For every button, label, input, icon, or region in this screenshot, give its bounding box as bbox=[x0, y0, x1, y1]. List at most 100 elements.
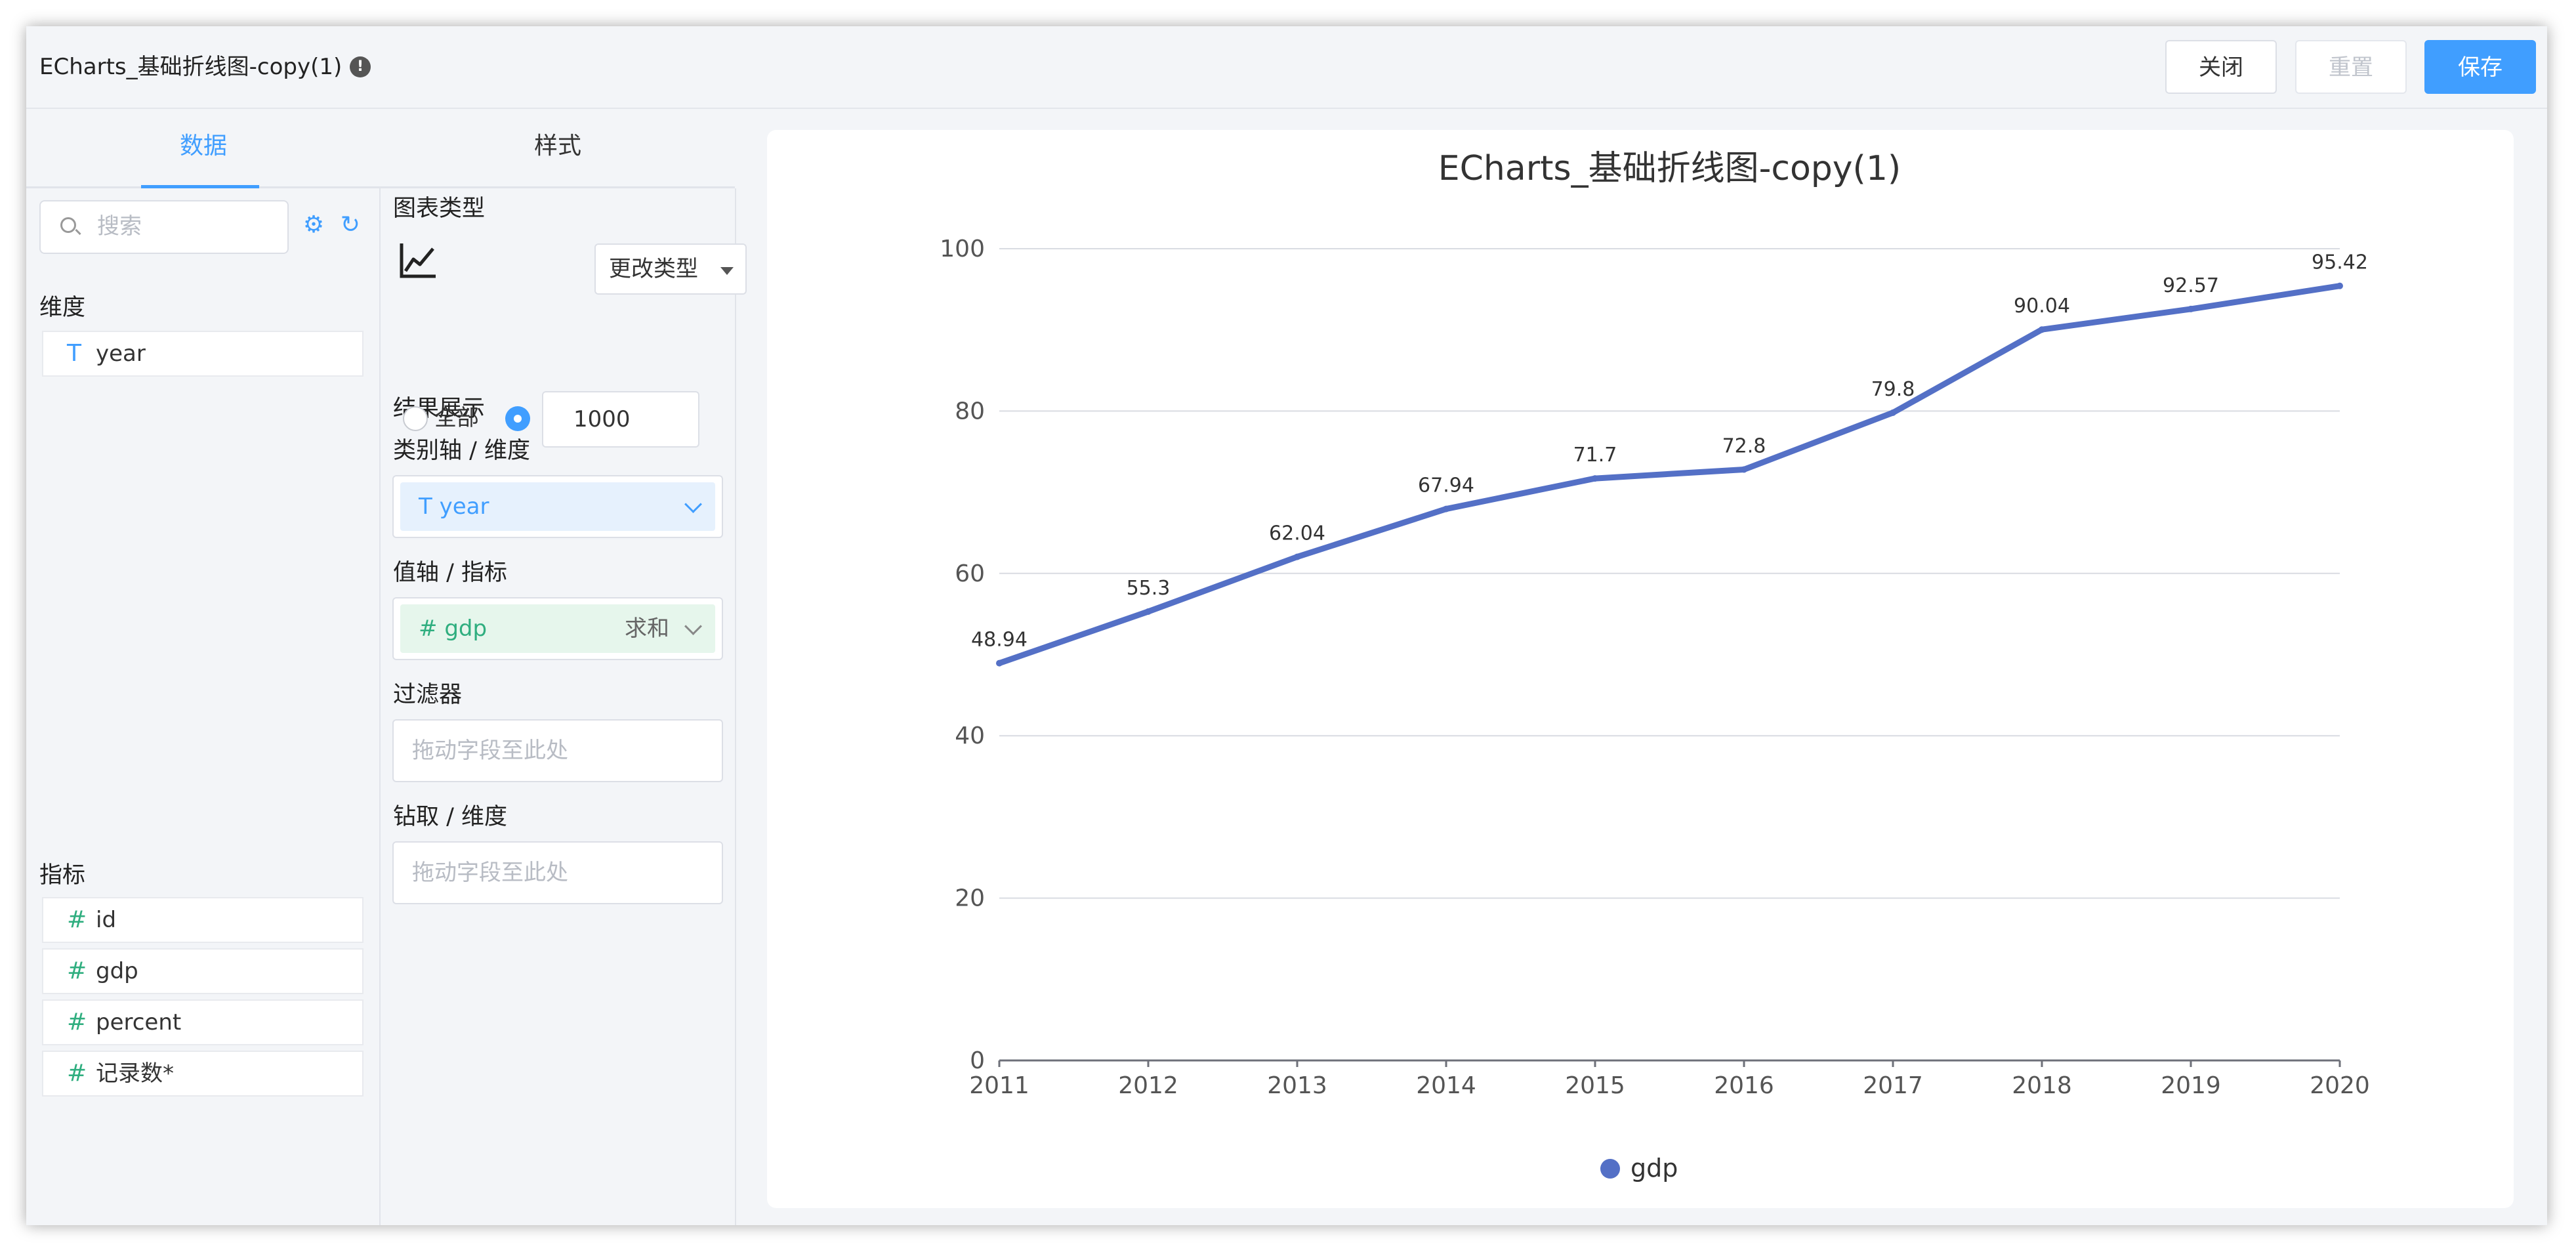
legend-marker bbox=[1600, 1159, 1620, 1179]
dimension-field-year[interactable]: T year bbox=[42, 331, 364, 377]
data-label: 92.57 bbox=[2163, 274, 2219, 297]
filter-label: 过滤器 bbox=[393, 682, 463, 708]
number-type-icon: # bbox=[67, 957, 87, 984]
info-icon[interactable]: ! bbox=[350, 56, 371, 77]
category-field-label: year bbox=[439, 493, 489, 520]
category-field-name: T year bbox=[419, 482, 489, 531]
save-button[interactable]: 保存 bbox=[2424, 40, 2536, 94]
change-type-dropdown[interactable]: 更改类型 bbox=[594, 243, 747, 295]
y-tick-label: 0 bbox=[970, 1047, 985, 1074]
data-point bbox=[2039, 326, 2045, 333]
drill-dropzone[interactable]: 拖动字段至此处 bbox=[392, 841, 723, 904]
text-type-icon: T bbox=[67, 340, 81, 367]
measure-field-gdp[interactable]: # gdp bbox=[42, 948, 364, 994]
dimensions-heading: 维度 bbox=[39, 295, 86, 321]
field-name: year bbox=[96, 341, 146, 367]
value-field-label: gdp bbox=[444, 616, 488, 642]
value-axis-label: 值轴 / 指标 bbox=[393, 560, 508, 586]
search-input[interactable]: 搜索 bbox=[39, 200, 289, 254]
data-label: 67.94 bbox=[1418, 474, 1474, 497]
value-field-name: # gdp bbox=[419, 604, 487, 653]
tab-style[interactable]: 样式 bbox=[381, 109, 735, 186]
field-name: gdp bbox=[96, 958, 138, 984]
radio-limit[interactable] bbox=[505, 406, 530, 431]
x-tick-label: 2017 bbox=[1863, 1072, 1923, 1099]
data-point bbox=[1145, 608, 1152, 615]
data-point bbox=[1443, 505, 1449, 513]
line-chart-icon[interactable] bbox=[399, 241, 438, 280]
tab-data[interactable]: 数据 bbox=[26, 109, 381, 188]
data-label: 90.04 bbox=[2014, 295, 2070, 318]
reset-button[interactable]: 重置 bbox=[2295, 40, 2407, 94]
field-name: percent bbox=[96, 1009, 182, 1036]
category-axis-label: 类别轴 / 维度 bbox=[393, 438, 531, 464]
measures-heading: 指标 bbox=[39, 862, 86, 889]
y-tick-label: 40 bbox=[955, 722, 985, 749]
aggregation-label[interactable]: 求和 bbox=[625, 604, 669, 653]
data-label: 79.8 bbox=[1871, 378, 1915, 401]
text-type-icon: T bbox=[419, 493, 432, 520]
close-button[interactable]: 关闭 bbox=[2165, 40, 2277, 94]
search-placeholder: 搜索 bbox=[97, 213, 142, 240]
number-type-icon: # bbox=[67, 906, 87, 933]
filter-dropzone[interactable]: 拖动字段至此处 bbox=[392, 719, 723, 782]
radio-all-label: 全部 bbox=[434, 405, 479, 431]
measure-field-id[interactable]: # id bbox=[42, 897, 364, 943]
search-icon bbox=[60, 217, 76, 233]
data-point bbox=[1592, 475, 1598, 482]
measure-field-percent[interactable]: # percent bbox=[42, 999, 364, 1045]
chevron-down-icon[interactable] bbox=[684, 495, 702, 513]
chart-type-label: 图表类型 bbox=[393, 196, 486, 222]
data-label: 72.8 bbox=[1722, 434, 1766, 457]
refresh-icon[interactable]: ↻ bbox=[339, 213, 362, 237]
x-tick-label: 2016 bbox=[1714, 1072, 1774, 1099]
page-title: ECharts_基础折线图-copy(1) bbox=[39, 54, 343, 80]
category-axis-dropzone[interactable]: T year bbox=[392, 475, 723, 538]
gear-icon[interactable]: ⚙ bbox=[302, 213, 325, 237]
y-tick-label: 80 bbox=[955, 398, 985, 425]
x-tick-label: 2013 bbox=[1267, 1072, 1327, 1099]
editor-side-panel: 数据 样式 搜索 ⚙ ↻ 维度 T year 指标 # id # gdp # p… bbox=[26, 109, 747, 1225]
number-type-icon: # bbox=[419, 616, 438, 642]
x-tick-label: 2012 bbox=[1118, 1072, 1178, 1099]
panel-tabs: 数据 样式 bbox=[26, 109, 735, 188]
chart-editor-window: ECharts_基础折线图-copy(1) ! 关闭 重置 保存 数据 样式 搜… bbox=[26, 26, 2547, 1225]
field-list-panel: 搜索 ⚙ ↻ 维度 T year 指标 # id # gdp # percent bbox=[26, 188, 381, 1225]
data-point bbox=[1294, 553, 1300, 560]
value-axis-dropzone[interactable]: # gdp 求和 bbox=[392, 597, 723, 660]
change-type-label: 更改类型 bbox=[609, 256, 698, 282]
field-name: 记录数* bbox=[96, 1060, 174, 1087]
data-point bbox=[2188, 305, 2194, 312]
result-limit-input[interactable]: 1000 bbox=[542, 391, 699, 448]
editor-header: ECharts_基础折线图-copy(1) ! 关闭 重置 保存 bbox=[26, 26, 2547, 109]
data-label: 48.94 bbox=[971, 629, 1028, 652]
chart-title: ECharts_基础折线图-copy(1) bbox=[1438, 149, 1901, 188]
data-label: 71.7 bbox=[1573, 444, 1617, 467]
radio-all[interactable] bbox=[403, 406, 428, 431]
x-tick-label: 2015 bbox=[1565, 1072, 1625, 1099]
data-point bbox=[1741, 466, 1747, 473]
caret-down-icon bbox=[720, 267, 734, 275]
category-field-pill[interactable]: T year bbox=[400, 482, 715, 531]
x-tick-label: 2014 bbox=[1416, 1072, 1476, 1099]
measure-field-record-count[interactable]: # 记录数* bbox=[42, 1051, 364, 1097]
number-type-icon: # bbox=[67, 1009, 87, 1036]
data-label: 95.42 bbox=[2312, 251, 2368, 274]
y-tick-label: 100 bbox=[940, 236, 985, 262]
x-tick-label: 2011 bbox=[969, 1072, 1029, 1099]
drill-label: 钻取 / 维度 bbox=[393, 804, 508, 830]
data-label: 55.3 bbox=[1127, 577, 1171, 600]
x-tick-label: 2019 bbox=[2161, 1072, 2221, 1099]
legend-label: gdp bbox=[1631, 1154, 1678, 1183]
value-field-pill[interactable]: # gdp 求和 bbox=[400, 604, 715, 653]
data-point bbox=[1890, 409, 1896, 416]
number-type-icon: # bbox=[67, 1060, 87, 1087]
line-chart: ECharts_基础折线图-copy(1) 0 20 40 60 80 100 2011 201… bbox=[940, 149, 2370, 1183]
x-tick-label: 2020 bbox=[2310, 1072, 2370, 1099]
drill-placeholder: 拖动字段至此处 bbox=[412, 860, 568, 886]
data-point bbox=[996, 659, 1003, 667]
field-name: id bbox=[96, 907, 117, 933]
x-tick-label: 2018 bbox=[2012, 1072, 2072, 1099]
data-point bbox=[2337, 282, 2343, 289]
chevron-down-icon[interactable] bbox=[684, 618, 702, 635]
